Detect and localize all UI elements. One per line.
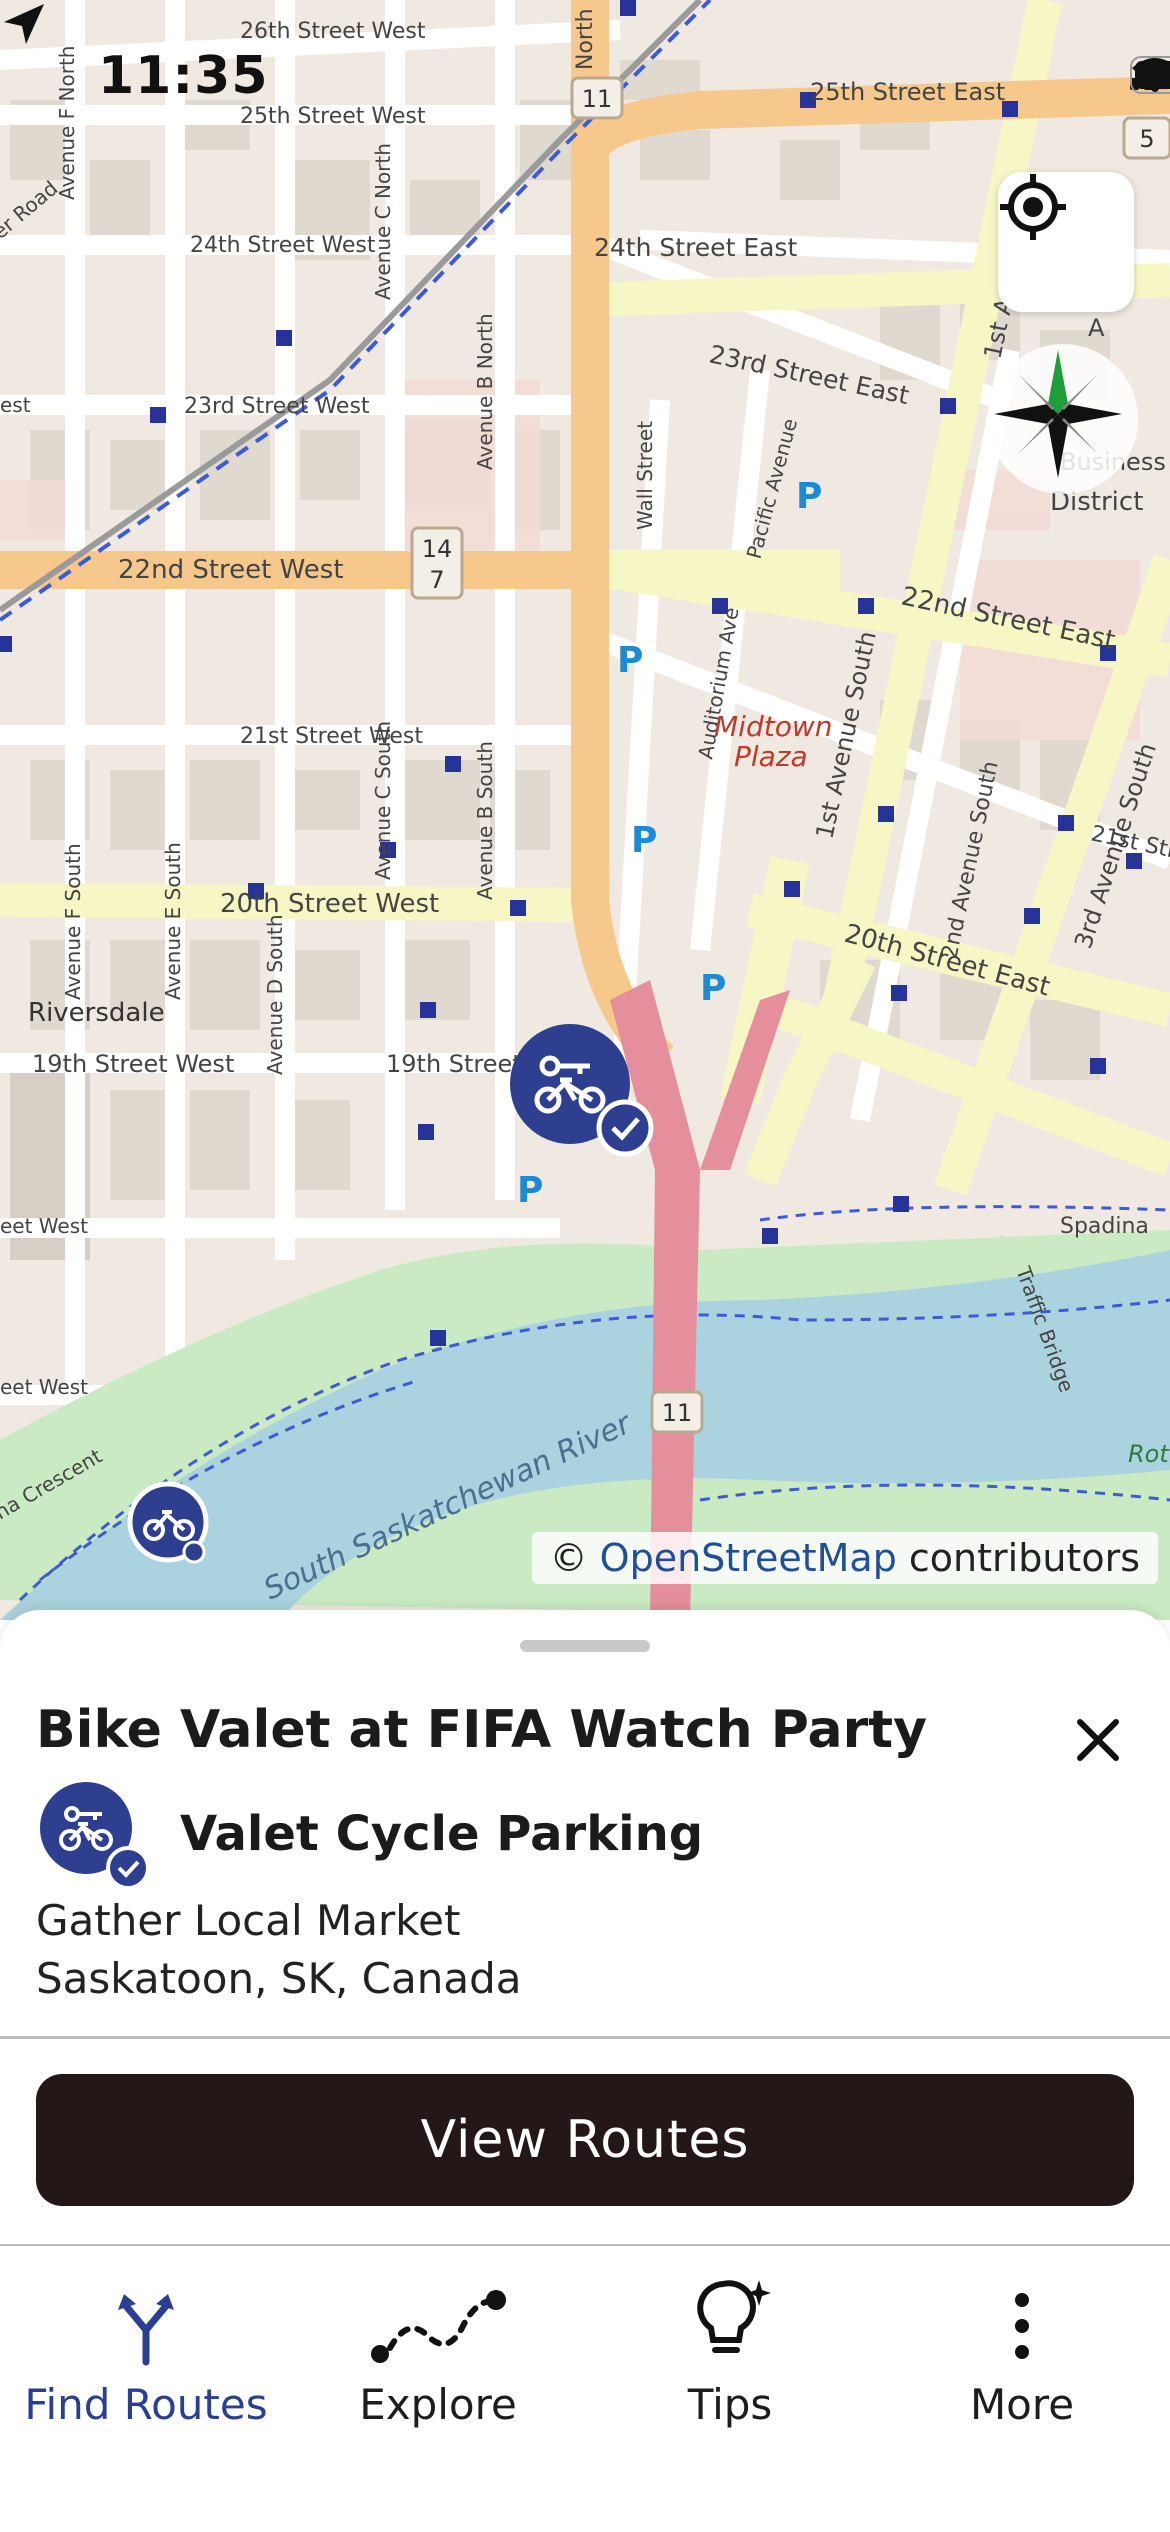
street-label: Avenue B North xyxy=(473,313,497,470)
bike-parking-marker[interactable] xyxy=(127,1481,209,1564)
highway-shield-text: 5 xyxy=(1139,125,1154,153)
status-time: 11:35 xyxy=(98,46,269,106)
street-label: 20th Street West xyxy=(220,889,439,919)
map-parking-p: P xyxy=(617,640,643,681)
address-line-2: Saskatoon, SK, Canada xyxy=(36,1954,522,2003)
map-parking-p: P xyxy=(631,820,657,861)
tab-label: Explore xyxy=(359,2380,517,2429)
tab-label: Tips xyxy=(687,2380,773,2429)
compass-icon xyxy=(994,350,1122,478)
highway-shield-text: 11 xyxy=(662,1399,693,1427)
street-label: Avenue F North xyxy=(55,46,79,200)
place-type-label: Valet Cycle Parking xyxy=(180,1806,704,1862)
divider xyxy=(0,2036,1170,2039)
tab-tips[interactable]: Tips xyxy=(584,2246,876,2446)
street-label: Avenue D South xyxy=(263,914,287,1075)
street-label: 19th Street West xyxy=(32,1050,234,1078)
street-label: North xyxy=(573,8,598,70)
tab-more[interactable]: More xyxy=(876,2246,1168,2446)
street-label: eet West xyxy=(0,1214,88,1238)
sheet-drag-handle[interactable] xyxy=(520,1640,650,1652)
tab-label: Find Routes xyxy=(24,2380,268,2429)
street-label: er Road xyxy=(0,176,62,244)
street-label: Avenue C South xyxy=(371,721,395,880)
park-label: Rot xyxy=(1128,1440,1170,1468)
neighborhood-label: Riversdale xyxy=(28,998,165,1028)
map-parking-p: P xyxy=(700,968,726,1009)
map-place-labels: Midtown Plaza xyxy=(714,710,832,773)
tab-explore[interactable]: Explore xyxy=(292,2246,584,2446)
street-label: Avenue F South xyxy=(61,843,85,1000)
street-label: A xyxy=(1088,314,1105,342)
street-label: 19th Street xyxy=(386,1050,522,1078)
street-label: 25th Street West xyxy=(240,104,426,129)
street-label: 26th Street West xyxy=(240,19,426,44)
street-label: eet West xyxy=(0,1375,88,1399)
street-label: 25th Street East xyxy=(810,78,1005,106)
battery-icon xyxy=(1130,56,1170,94)
crosshair-icon xyxy=(1000,174,1066,240)
compass-button[interactable] xyxy=(988,344,1138,494)
street-label: Wall Street xyxy=(633,421,657,530)
tab-bar: Find Routes Explore Tips More xyxy=(0,2246,1170,2532)
map-parking-p: P xyxy=(517,1170,543,1211)
street-label: Avenue E South xyxy=(161,842,185,1000)
place-label: Plaza xyxy=(734,740,808,773)
street-label: 24th Street East xyxy=(594,233,797,262)
osm-link[interactable]: OpenStreetMap xyxy=(600,1536,897,1580)
street-label: 21st Street West xyxy=(240,724,423,749)
locate-me-button[interactable] xyxy=(998,172,1134,312)
highway-shield-text: 7 xyxy=(429,566,444,594)
attribution-suffix: contributors xyxy=(908,1536,1140,1580)
street-label: 23rd Street West xyxy=(184,394,370,419)
tab-find-routes[interactable]: Find Routes xyxy=(0,2246,292,2446)
street-label: Spadina xyxy=(1060,1214,1149,1239)
highway-shield-text: 14 xyxy=(422,535,453,563)
place-label: Midtown xyxy=(714,710,832,743)
tab-label: More xyxy=(969,2380,1075,2429)
street-label: 24th Street West xyxy=(190,233,376,258)
explore-icon xyxy=(371,2290,506,2363)
place-title: Bike Valet at FIFA Watch Party xyxy=(36,1700,927,1760)
street-label: Avenue B South xyxy=(473,741,497,900)
map-canvas[interactable]: P P P P P 26th Street West 25th Street W… xyxy=(0,0,1170,1620)
location-arrow-icon xyxy=(4,4,44,44)
find-routes-icon xyxy=(118,2294,174,2366)
close-icon[interactable] xyxy=(1068,1710,1128,1770)
attribution-copyright: © xyxy=(549,1536,588,1580)
street-label: 22nd Street West xyxy=(118,555,344,585)
street-label: Avenue C North xyxy=(371,143,395,300)
map-attribution: © OpenStreetMap contributors xyxy=(531,1532,1158,1584)
highway-shield-text: 11 xyxy=(582,85,613,113)
map-view[interactable]: P P P P P 26th Street West 25th Street W… xyxy=(0,0,1170,1620)
address-line-1: Gather Local Market xyxy=(36,1896,461,1945)
street-label: est xyxy=(0,393,31,417)
view-routes-button[interactable]: View Routes xyxy=(36,2074,1134,2206)
more-icon xyxy=(1015,2293,1029,2359)
valet-parking-icon xyxy=(40,1782,150,1890)
lightbulb-icon xyxy=(697,2280,771,2353)
map-parking-p: P xyxy=(796,476,822,517)
